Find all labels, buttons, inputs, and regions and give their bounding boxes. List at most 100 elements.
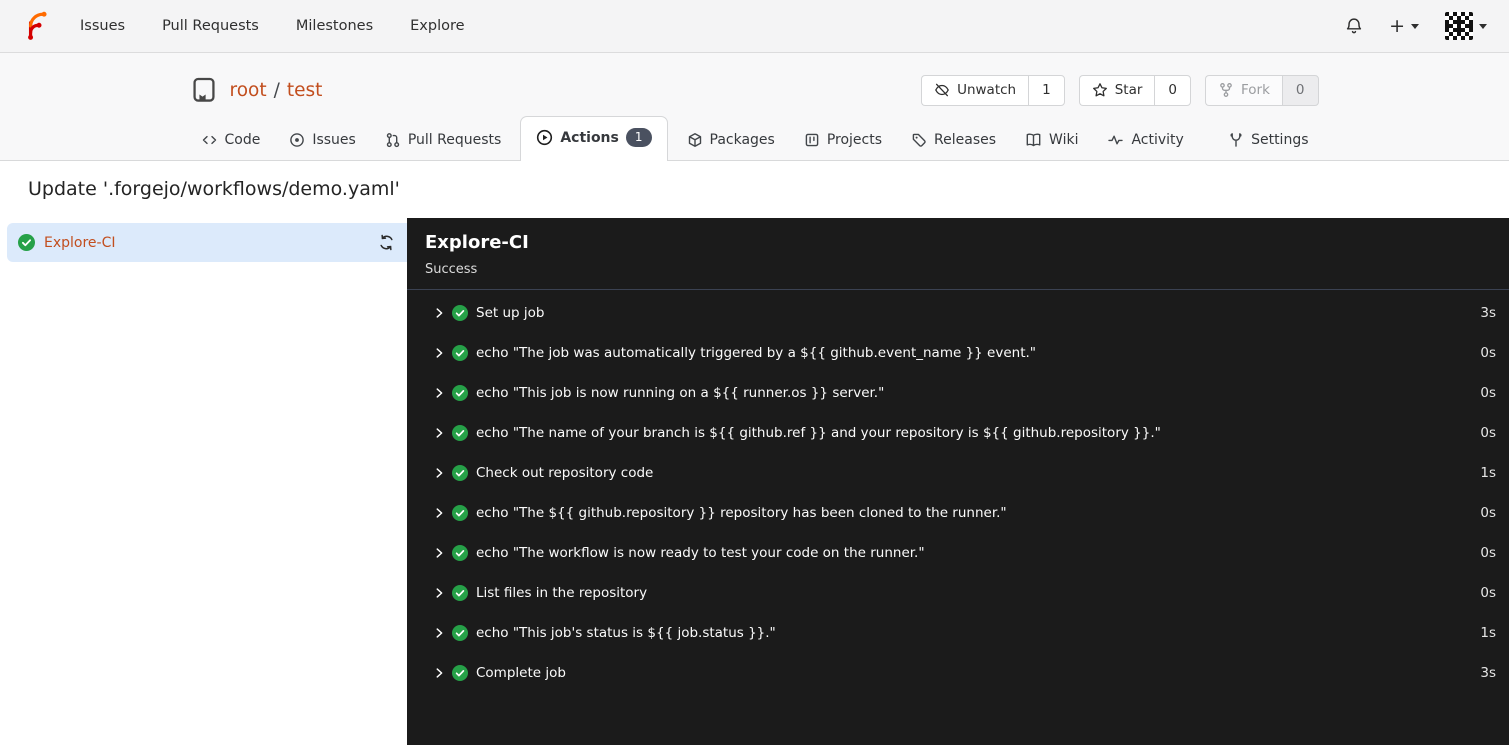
success-check-icon bbox=[452, 345, 468, 361]
success-check-icon bbox=[452, 305, 468, 321]
fork-icon bbox=[1220, 83, 1232, 97]
tab-activity[interactable]: Activity bbox=[1097, 121, 1193, 161]
tab-label: Code bbox=[224, 132, 261, 148]
success-check-icon bbox=[452, 425, 468, 441]
step-name: echo "The name of your branch is ${{ git… bbox=[476, 425, 1161, 441]
stars-count[interactable]: 0 bbox=[1154, 74, 1191, 106]
success-check-icon bbox=[452, 625, 468, 641]
repo-header: root / test Unwatch 1 Star 0 Fork 0 Code… bbox=[0, 53, 1509, 161]
chevron-right-icon[interactable] bbox=[432, 466, 446, 480]
step-row[interactable]: Complete job 3s bbox=[407, 653, 1509, 693]
success-check-icon bbox=[452, 545, 468, 561]
breadcrumb-separator: / bbox=[273, 79, 280, 101]
job-item-explore-ci[interactable]: Explore-CI bbox=[7, 223, 407, 262]
nav-issues[interactable]: Issues bbox=[80, 18, 125, 34]
tab-pull-requests[interactable]: Pull Requests bbox=[375, 121, 511, 161]
navbar-right: + bbox=[1345, 12, 1487, 40]
repository-icon bbox=[191, 77, 217, 103]
fork-button-group: Fork 0 bbox=[1204, 74, 1319, 106]
user-menu[interactable] bbox=[1445, 12, 1487, 40]
job-status-text: Success bbox=[425, 262, 478, 277]
eye-off-icon bbox=[935, 83, 950, 97]
tools-icon bbox=[1228, 132, 1244, 148]
step-row[interactable]: echo "This job's status is ${{ job.statu… bbox=[407, 613, 1509, 653]
actions-count-badge: 1 bbox=[625, 128, 652, 147]
chevron-right-icon[interactable] bbox=[432, 506, 446, 520]
step-row[interactable]: Check out repository code 1s bbox=[407, 453, 1509, 493]
chevron-right-icon[interactable] bbox=[432, 306, 446, 320]
code-icon bbox=[201, 132, 218, 148]
tab-issues[interactable]: Issues bbox=[279, 121, 366, 161]
step-name: echo "This job's status is ${{ job.statu… bbox=[476, 625, 776, 641]
tab-packages[interactable]: Packages bbox=[677, 121, 785, 161]
tab-code[interactable]: Code bbox=[191, 121, 271, 161]
tab-wiki[interactable]: Wiki bbox=[1015, 121, 1088, 161]
step-row[interactable]: echo "The ${{ github.repository }} repos… bbox=[407, 493, 1509, 533]
step-duration: 3s bbox=[1480, 305, 1496, 321]
chevron-right-icon[interactable] bbox=[432, 426, 446, 440]
pull-request-icon bbox=[385, 132, 401, 148]
unwatch-button[interactable]: Unwatch bbox=[921, 74, 1029, 106]
success-check-icon bbox=[452, 585, 468, 601]
tab-label: Issues bbox=[312, 132, 356, 148]
job-success-check-icon bbox=[18, 234, 35, 251]
star-button[interactable]: Star bbox=[1078, 74, 1155, 106]
step-name: Complete job bbox=[476, 665, 566, 681]
issue-circle-icon bbox=[289, 132, 305, 148]
tab-projects[interactable]: Projects bbox=[794, 121, 892, 161]
step-duration: 0s bbox=[1480, 385, 1496, 401]
jobs-sidebar: Explore-CI bbox=[0, 218, 407, 745]
nav-milestones[interactable]: Milestones bbox=[296, 18, 373, 34]
step-duration: 0s bbox=[1480, 545, 1496, 561]
step-name: echo "The workflow is now ready to test … bbox=[476, 545, 925, 561]
chevron-right-icon[interactable] bbox=[432, 346, 446, 360]
step-row[interactable]: List files in the repository 0s bbox=[407, 573, 1509, 613]
plus-icon: + bbox=[1389, 14, 1405, 37]
step-name: echo "The ${{ github.repository }} repos… bbox=[476, 505, 1007, 521]
step-name: Set up job bbox=[476, 305, 545, 321]
project-board-icon bbox=[804, 132, 820, 148]
step-row[interactable]: echo "This job is now running on a ${{ r… bbox=[407, 373, 1509, 413]
success-check-icon bbox=[452, 465, 468, 481]
step-name: echo "This job is now running on a ${{ r… bbox=[476, 385, 885, 401]
tab-actions[interactable]: Actions 1 bbox=[520, 116, 668, 161]
repo-owner-link[interactable]: root bbox=[230, 80, 267, 101]
forgejo-logo-icon[interactable] bbox=[22, 11, 52, 41]
step-row[interactable]: echo "The name of your branch is ${{ git… bbox=[407, 413, 1509, 453]
chevron-right-icon[interactable] bbox=[432, 386, 446, 400]
repo-tabs: Code Issues Pull Requests Actions 1 Pack… bbox=[191, 116, 1319, 161]
fork-button[interactable]: Fork bbox=[1204, 74, 1282, 106]
chevron-right-icon[interactable] bbox=[432, 586, 446, 600]
step-row[interactable]: echo "The workflow is now ready to test … bbox=[407, 533, 1509, 573]
create-new-menu[interactable]: + bbox=[1389, 14, 1419, 37]
top-navbar: Issues Pull Requests Milestones Explore … bbox=[0, 0, 1509, 53]
step-duration: 0s bbox=[1480, 345, 1496, 361]
watch-button-group: Unwatch 1 bbox=[921, 74, 1065, 106]
workflow-run-title: Update '.forgejo/workflows/demo.yaml' bbox=[0, 161, 1509, 218]
chevron-right-icon[interactable] bbox=[432, 546, 446, 560]
step-name: List files in the repository bbox=[476, 585, 648, 601]
tab-label: Packages bbox=[709, 132, 775, 148]
step-name: Check out repository code bbox=[476, 465, 654, 481]
nav-explore[interactable]: Explore bbox=[410, 18, 464, 34]
forks-count[interactable]: 0 bbox=[1281, 74, 1319, 106]
play-circle-icon bbox=[536, 129, 553, 146]
tab-releases[interactable]: Releases bbox=[901, 121, 1006, 161]
tab-label: Projects bbox=[826, 132, 883, 148]
star-label: Star bbox=[1114, 82, 1143, 98]
step-row[interactable]: Set up job 3s bbox=[407, 293, 1509, 333]
tab-label: Settings bbox=[1251, 132, 1309, 148]
tab-label: Activity bbox=[1131, 132, 1184, 148]
tag-icon bbox=[911, 132, 927, 148]
watchers-count[interactable]: 1 bbox=[1028, 74, 1065, 106]
chevron-right-icon[interactable] bbox=[432, 666, 446, 680]
nav-pull-requests[interactable]: Pull Requests bbox=[162, 18, 259, 34]
caret-down-icon bbox=[1411, 23, 1419, 29]
notifications-bell-icon[interactable] bbox=[1345, 17, 1363, 35]
repo-breadcrumb: root / test bbox=[230, 80, 323, 101]
tab-settings[interactable]: Settings bbox=[1218, 121, 1318, 161]
repo-name-link[interactable]: test bbox=[287, 80, 323, 101]
refresh-icon[interactable] bbox=[378, 234, 395, 251]
chevron-right-icon[interactable] bbox=[432, 626, 446, 640]
step-row[interactable]: echo "The job was automatically triggere… bbox=[407, 333, 1509, 373]
